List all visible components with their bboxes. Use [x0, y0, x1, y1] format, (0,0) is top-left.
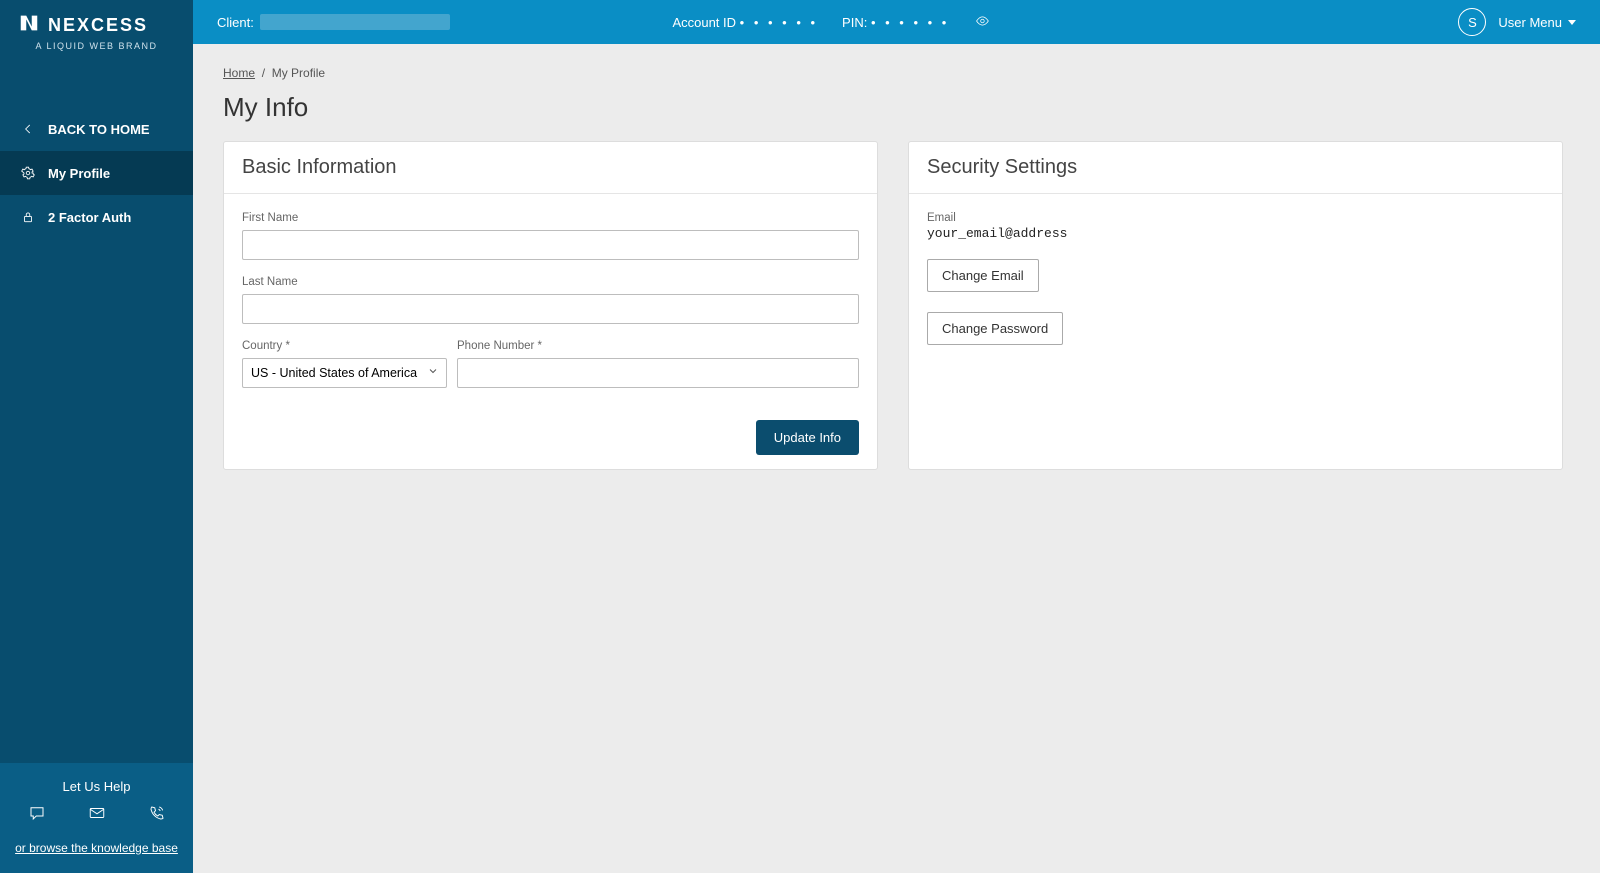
sidebar-back-to-home[interactable]: BACK TO HOME	[0, 107, 193, 151]
content: Home / My Profile My Info Basic Informat…	[193, 44, 1600, 492]
reveal-eye-icon[interactable]	[973, 14, 991, 31]
user-menu-label: User Menu	[1498, 15, 1562, 30]
brand-subtitle: A LIQUID WEB BRAND	[18, 41, 175, 51]
country-label: Country *	[242, 340, 447, 352]
brand-block: NEXCESS A LIQUID WEB BRAND	[0, 0, 193, 59]
breadcrumb-home-link[interactable]: Home	[223, 66, 255, 80]
sidebar-item-label: My Profile	[48, 166, 110, 181]
user-menu-button[interactable]: User Menu	[1498, 15, 1576, 30]
main-area: Client: Account ID • • • • • • PIN: • • …	[193, 0, 1600, 873]
change-email-button[interactable]: Change Email	[927, 259, 1039, 292]
client-label: Client:	[217, 15, 254, 30]
sidebar-nav: BACK TO HOME My Profile 2 Factor Auth	[0, 107, 193, 239]
security-settings-card: Security Settings Email your_email@addre…	[908, 141, 1563, 470]
last-name-label: Last Name	[242, 276, 859, 288]
first-name-label: First Name	[242, 212, 859, 224]
sidebar: NEXCESS A LIQUID WEB BRAND BACK TO HOME …	[0, 0, 193, 873]
basic-info-card: Basic Information First Name Last Name C…	[223, 141, 878, 470]
sidebar-back-label: BACK TO HOME	[48, 122, 150, 137]
change-password-button[interactable]: Change Password	[927, 312, 1063, 345]
last-name-input[interactable]	[242, 294, 859, 324]
security-email-label: Email	[927, 212, 1544, 224]
mail-icon[interactable]	[87, 804, 107, 827]
card-header-security: Security Settings	[909, 142, 1562, 194]
security-email-value: your_email@address	[927, 226, 1544, 241]
sidebar-item-label: 2 Factor Auth	[48, 210, 131, 225]
gear-icon	[20, 165, 36, 181]
sidebar-help-footer: Let Us Help or browse the knowledge base	[0, 763, 193, 873]
caret-down-icon	[1568, 20, 1576, 25]
topbar: Client: Account ID • • • • • • PIN: • • …	[193, 0, 1600, 44]
page-title: My Info	[223, 92, 1570, 123]
sidebar-item-my-profile[interactable]: My Profile	[0, 151, 193, 195]
account-id: Account ID • • • • • •	[672, 15, 818, 30]
sidebar-item-2fa[interactable]: 2 Factor Auth	[0, 195, 193, 239]
country-select[interactable]: US - United States of America (+1)	[242, 358, 447, 388]
brand-logo-icon	[18, 12, 40, 39]
brand-name: NEXCESS	[48, 15, 148, 36]
breadcrumb-current: My Profile	[272, 66, 325, 80]
chevron-left-icon	[20, 121, 36, 137]
phone-icon[interactable]	[147, 804, 167, 827]
client-name-redacted	[260, 14, 450, 30]
avatar[interactable]: S	[1458, 8, 1486, 36]
chat-icon[interactable]	[27, 804, 47, 827]
help-title: Let Us Help	[10, 779, 183, 794]
first-name-input[interactable]	[242, 230, 859, 260]
card-header-basic: Basic Information	[224, 142, 877, 194]
phone-input[interactable]	[457, 358, 859, 388]
breadcrumb: Home / My Profile	[223, 66, 1570, 80]
knowledge-base-link[interactable]: or browse the knowledge base	[10, 841, 183, 855]
lock-icon	[20, 209, 36, 225]
pin: PIN: • • • • • •	[842, 15, 949, 30]
update-info-button[interactable]: Update Info	[756, 420, 859, 455]
phone-label: Phone Number *	[457, 340, 859, 352]
